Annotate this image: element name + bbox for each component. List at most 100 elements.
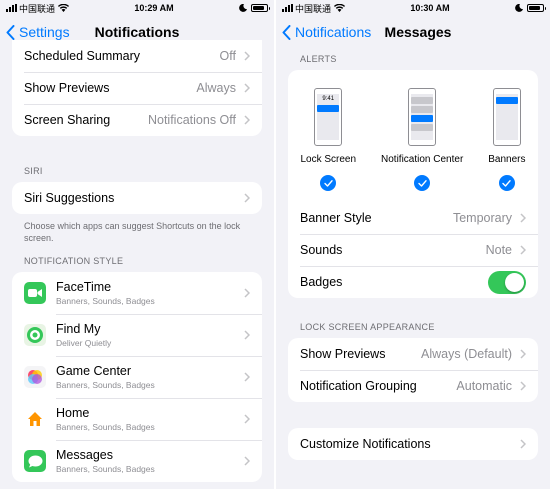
notification-bar [495, 97, 518, 104]
banner-style-row[interactable]: Banner Style Temporary [288, 202, 538, 234]
back-button-label: Notifications [295, 24, 372, 40]
alert-option-banners[interactable]: Banners [488, 88, 525, 202]
scheduled-summary-row[interactable]: Scheduled Summary Off [12, 40, 262, 72]
screen-sharing-row[interactable]: Screen Sharing Notifications Off [12, 104, 262, 136]
nav-bar: Notifications Messages [276, 16, 550, 48]
row-label: Banner Style [300, 211, 372, 225]
row-value: Notifications Off [147, 113, 236, 127]
lock-screen-preview: 9:41 [314, 88, 343, 146]
app-notification-summary: Banners, Sounds, Badges [56, 380, 155, 390]
row-label: Screen Sharing [24, 113, 111, 127]
siri-group: Siri Suggestions [12, 182, 262, 214]
app-row-home[interactable]: Home Banners, Sounds, Badges [12, 398, 262, 440]
lock-screen-appearance-header: LOCK SCREEN APPEARANCE [300, 322, 435, 332]
app-row-messages[interactable]: Messages Banners, Sounds, Badges [12, 440, 262, 482]
banners-preview [492, 88, 521, 146]
siri-suggestions-row[interactable]: Siri Suggestions [12, 182, 262, 214]
chevron-right-icon [244, 372, 250, 382]
row-label: Sounds [300, 243, 343, 257]
row-label: Siri Suggestions [24, 191, 115, 205]
status-bar: 中国联通 10:29 AM [0, 0, 274, 16]
notifications-screen: 中国联通 10:29 AM Settings Notifications Sch… [0, 0, 274, 489]
chevron-right-icon [244, 51, 250, 61]
lock-screen-clock: 9:41 [322, 96, 335, 102]
notification-bar [411, 124, 434, 131]
status-time: 10:29 AM [134, 3, 174, 13]
app-name: Find My [56, 322, 101, 336]
customize-notifications-row[interactable]: Customize Notifications [288, 428, 538, 460]
chevron-right-icon [244, 115, 250, 125]
chevron-right-icon [520, 381, 526, 391]
app-name: Game Center [56, 364, 132, 378]
app-notification-summary: Banners, Sounds, Badges [56, 422, 155, 432]
status-time: 10:30 AM [410, 3, 450, 13]
cellular-signal-icon [6, 4, 17, 12]
show-previews-row[interactable]: Show Previews Always (Default) [288, 338, 538, 370]
cellular-signal-icon [282, 4, 293, 12]
row-label: Customize Notifications [300, 437, 431, 451]
app-name: Messages [56, 448, 113, 462]
alert-option-label: Lock Screen [300, 154, 357, 165]
moon-icon [239, 4, 247, 12]
app-row-facetime[interactable]: FaceTime Banners, Sounds, Badges [12, 272, 262, 314]
alerts-section-header: ALERTS [300, 54, 337, 64]
chevron-right-icon [244, 193, 250, 203]
alert-option-lock-screen[interactable]: 9:41 Lock Screen [300, 88, 356, 202]
checkmark-icon [498, 175, 515, 191]
badges-row: Badges [288, 266, 538, 298]
chevron-right-icon [520, 439, 526, 449]
notification-grouping-row[interactable]: Notification Grouping Automatic [288, 370, 538, 402]
app-list-group: FaceTime Banners, Sounds, Badges Find My… [12, 272, 262, 482]
wifi-icon [334, 4, 346, 12]
notification-bar [411, 97, 434, 104]
alert-style-picker: 9:41 Lock Screen Notification Center Ban… [288, 70, 538, 202]
show-previews-row[interactable]: Show Previews Always [12, 72, 262, 104]
home-icon [24, 408, 46, 430]
row-value: Always (Default) [421, 347, 512, 361]
wifi-icon [58, 4, 70, 12]
badges-toggle[interactable] [488, 270, 526, 294]
chevron-right-icon [244, 288, 250, 298]
notification-bar [411, 115, 434, 122]
checkmark-icon [320, 175, 337, 191]
battery-icon [251, 4, 270, 12]
chevron-left-icon [6, 24, 15, 40]
row-value: Off [219, 49, 236, 63]
carrier-name: 中国联通 [19, 3, 56, 14]
chevron-right-icon [244, 83, 250, 93]
app-notification-summary: Deliver Quietly [56, 338, 112, 348]
moon-icon [515, 4, 523, 12]
notification-bar [317, 105, 340, 112]
checkmark-icon [414, 175, 431, 191]
lock-screen-group: Show Previews Always (Default) Notificat… [288, 338, 538, 402]
page-title: Messages [384, 24, 452, 40]
siri-section-header: SIRI [24, 166, 43, 176]
facetime-icon [24, 282, 46, 304]
back-button[interactable]: Notifications [282, 16, 371, 48]
messages-notifications-screen: 中国联通 10:30 AM Notifications Messages ALE… [276, 0, 550, 489]
toggle-knob [505, 272, 524, 292]
notification-bar [411, 106, 434, 113]
sounds-row[interactable]: Sounds Note [288, 234, 538, 266]
notification-style-header: NOTIFICATION STYLE [24, 256, 124, 266]
row-label: Show Previews [24, 81, 110, 95]
chevron-right-icon [520, 349, 526, 359]
chevron-right-icon [520, 213, 526, 223]
status-bar: 中国联通 10:30 AM [276, 0, 550, 16]
row-value: Always [196, 81, 236, 95]
back-button-label: Settings [19, 24, 70, 40]
row-label: Badges [300, 275, 343, 289]
app-name: FaceTime [56, 280, 112, 294]
row-value: Automatic [456, 379, 512, 393]
row-label: Show Previews [300, 347, 386, 361]
app-notification-summary: Banners, Sounds, Badges [56, 464, 155, 474]
app-row-game-center[interactable]: Game Center Banners, Sounds, Badges [12, 356, 262, 398]
chevron-right-icon [244, 456, 250, 466]
customize-group: Customize Notifications [288, 428, 538, 460]
alert-option-notification-center[interactable]: Notification Center [381, 88, 463, 202]
battery-icon [527, 4, 546, 12]
app-row-find-my[interactable]: Find My Deliver Quietly [12, 314, 262, 356]
alert-option-label: Notification Center [381, 154, 464, 165]
row-label: Notification Grouping [300, 379, 417, 393]
page-title: Notifications [94, 24, 180, 40]
